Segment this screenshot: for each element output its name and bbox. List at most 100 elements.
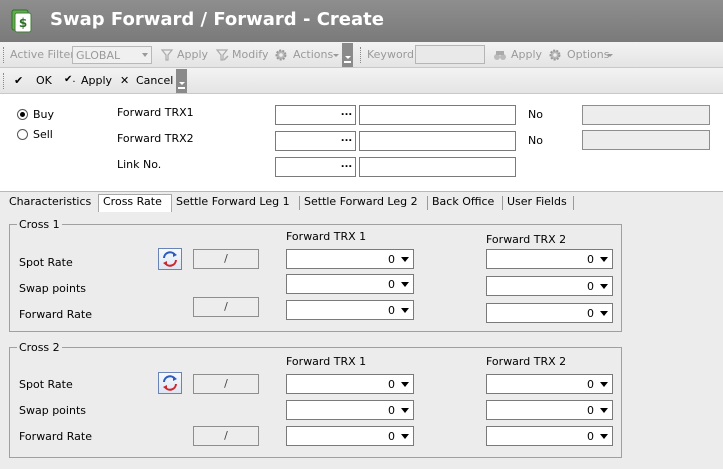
toolbar-overflow-button[interactable] xyxy=(342,43,353,67)
chevron-down-icon[interactable] xyxy=(600,284,608,289)
cross-1-trx1-spot-select[interactable]: 0 xyxy=(286,249,414,269)
keyword-input[interactable] xyxy=(415,45,485,64)
cross-1-trx2-spot-select[interactable]: 0 xyxy=(486,249,613,269)
toolbar-grip[interactable] xyxy=(360,47,363,63)
actions-menu[interactable]: Actions xyxy=(293,48,333,61)
svg-text:$: $ xyxy=(19,16,27,30)
tab-back-office[interactable]: Back Office xyxy=(432,195,494,208)
chevron-down-icon[interactable] xyxy=(600,434,608,439)
cancel-button[interactable]: Cancel xyxy=(136,74,173,87)
tab-separator xyxy=(502,196,503,210)
cross-1-trx1-swap-value: 0 xyxy=(388,278,395,291)
cross-2-trx1-swap-select[interactable]: 0 xyxy=(286,400,414,420)
tab-settle-forward-leg-2[interactable]: Settle Forward Leg 2 xyxy=(304,195,418,208)
lookup-button[interactable]: ... xyxy=(338,106,355,124)
chevron-down-icon[interactable] xyxy=(600,408,608,413)
cross-1-trx1-header: Forward TRX 1 xyxy=(286,230,367,243)
lookup-button[interactable]: ... xyxy=(338,158,355,176)
ok-button[interactable]: OK xyxy=(36,74,52,87)
cross-rate-panel: Cross 1 Forward TRX 1 Forward TRX 2 Spot… xyxy=(0,212,723,469)
apply-button[interactable]: Apply xyxy=(81,74,112,87)
toolbar-overflow-button[interactable] xyxy=(176,69,187,93)
tab-cross-rate[interactable]: Cross Rate xyxy=(103,195,162,208)
tab-user-fields[interactable]: User Fields xyxy=(507,195,567,208)
cross-1-title: Cross 1 xyxy=(17,218,62,231)
buy-radio[interactable] xyxy=(17,109,28,120)
header-form: Buy Sell Forward TRX1 ... No Forward TRX… xyxy=(0,95,723,191)
cross-2-forward-rate-label: Forward Rate xyxy=(19,430,92,443)
cross-2-trx1-swap-value: 0 xyxy=(388,404,395,417)
chevron-down-icon[interactable] xyxy=(401,408,409,413)
binoculars-icon xyxy=(493,48,507,62)
chevron-down-icon xyxy=(142,53,148,57)
cross-2-trx1-spot-select[interactable]: 0 xyxy=(286,374,414,394)
chevron-down-icon[interactable] xyxy=(401,434,409,439)
chevron-down-icon[interactable] xyxy=(401,282,409,287)
cross-2-trx1-header: Forward TRX 1 xyxy=(286,355,367,368)
forward-trx1-label: Forward TRX1 xyxy=(117,106,194,119)
tab-strip: Characteristics Cross Rate Settle Forwar… xyxy=(0,191,723,214)
options-menu[interactable]: Options xyxy=(567,48,609,61)
window-title: Swap Forward / Forward - Create xyxy=(50,9,384,30)
chevron-down-icon[interactable] xyxy=(600,311,608,316)
no-field-1 xyxy=(582,105,710,125)
cross-1-trx1-forward-value: 0 xyxy=(388,304,395,317)
tab-characteristics[interactable]: Characteristics xyxy=(9,195,91,208)
tab-separator xyxy=(427,196,428,210)
forward-trx1-desc-field[interactable] xyxy=(359,105,516,125)
cross-1-forward-rate-pair: / xyxy=(193,297,259,317)
link-no-id-field[interactable]: ... xyxy=(275,157,356,177)
cross-2-trx1-forward-select[interactable]: 0 xyxy=(286,426,414,446)
filter-icon xyxy=(160,48,174,62)
keyword-label: Keyword xyxy=(367,48,414,61)
filter-edit-icon xyxy=(215,48,229,62)
forward-trx2-id-field[interactable]: ... xyxy=(275,131,356,151)
cross-1-spot-rate-pair: / xyxy=(193,249,259,269)
cross-1-trx1-forward-select[interactable]: 0 xyxy=(286,300,414,320)
title-bar: $ Swap Forward / Forward - Create xyxy=(0,0,723,42)
cross-2-trx2-swap-select[interactable]: 0 xyxy=(486,400,613,420)
cross-1-trx2-swap-select[interactable]: 0 xyxy=(486,276,613,296)
cross-2-trx2-swap-value: 0 xyxy=(587,404,594,417)
chevron-down-icon[interactable] xyxy=(600,257,608,262)
check-icon: ✔ xyxy=(14,74,24,87)
no-label-2: No xyxy=(528,134,543,147)
active-filter-select[interactable]: GLOBAL xyxy=(72,46,152,64)
swap-arrows-icon[interactable] xyxy=(158,372,182,394)
chevron-down-icon[interactable] xyxy=(401,308,409,313)
cross-1-spot-rate-label: Spot Rate xyxy=(19,256,73,269)
modify-button[interactable]: Modify xyxy=(232,48,268,61)
swap-arrows-icon[interactable] xyxy=(158,248,182,270)
chevron-down-icon[interactable] xyxy=(600,382,608,387)
cross-1-trx2-forward-value: 0 xyxy=(587,307,594,320)
toolbar-grip[interactable] xyxy=(3,73,6,89)
action-toolbar: ✔ OK ✔. Apply ✕ Cancel xyxy=(0,68,723,94)
cross-2-trx2-spot-select[interactable]: 0 xyxy=(486,374,613,394)
swap-document-icon: $ xyxy=(9,8,33,34)
toolbar-grip[interactable] xyxy=(3,47,6,63)
close-icon: ✕ xyxy=(120,74,130,87)
cross-2-swap-points-label: Swap points xyxy=(19,404,86,417)
filter-apply-button[interactable]: Apply xyxy=(177,48,208,61)
cross-2-forward-rate-pair: / xyxy=(193,426,259,446)
cross-2-trx2-forward-value: 0 xyxy=(587,430,594,443)
link-no-label: Link No. xyxy=(117,158,162,171)
buy-label: Buy xyxy=(33,108,55,121)
cross-2-trx2-forward-select[interactable]: 0 xyxy=(486,426,613,446)
tab-settle-forward-leg-1[interactable]: Settle Forward Leg 1 xyxy=(176,195,290,208)
cross-1-trx2-forward-select[interactable]: 0 xyxy=(486,303,613,323)
forward-trx2-desc-field[interactable] xyxy=(359,131,516,151)
chevron-down-icon[interactable] xyxy=(401,257,409,262)
sell-radio[interactable] xyxy=(17,129,28,140)
keyword-apply-button[interactable]: Apply xyxy=(511,48,542,61)
no-label-1: No xyxy=(528,108,543,121)
lookup-button[interactable]: ... xyxy=(338,132,355,150)
chevron-down-icon[interactable] xyxy=(401,382,409,387)
forward-trx1-id-field[interactable]: ... xyxy=(275,105,356,125)
filter-toolbar: Active Filter GLOBAL Apply Modify Action… xyxy=(0,42,723,68)
gear-icon xyxy=(274,48,288,62)
cross-2-trx1-spot-value: 0 xyxy=(388,378,395,391)
cross-1-trx1-swap-select[interactable]: 0 xyxy=(286,274,414,294)
check-small-icon: ✔. xyxy=(64,74,76,85)
link-no-desc-field[interactable] xyxy=(359,157,516,177)
